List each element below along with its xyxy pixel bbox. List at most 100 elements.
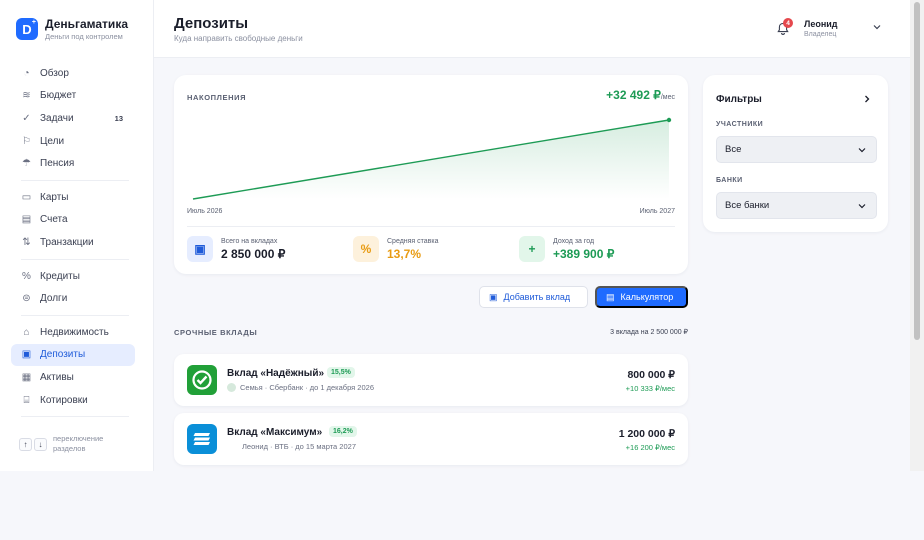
- deposit-meta: Семья · Сбербанк · до 1 декабря 2026: [227, 383, 374, 392]
- arrow-up-key: ↑: [19, 437, 32, 451]
- sidebar-item-overview[interactable]: ◔ Обзор: [11, 62, 135, 85]
- deposit-amount: 800 000 ₽: [627, 369, 675, 381]
- vtb-logo-icon: [187, 424, 217, 454]
- flag-icon: ⚐: [22, 135, 31, 147]
- bank-icon: ⌸: [23, 394, 30, 406]
- sidebar-item-quotes[interactable]: ⌸ Котировки: [11, 389, 135, 412]
- page-scrollbar[interactable]: [910, 0, 924, 471]
- stat-rate-label: Средняя ставка: [387, 237, 439, 245]
- section-title: СРОЧНЫЕ ВКЛАДЫ: [174, 328, 258, 337]
- safe-icon: ▣: [21, 349, 32, 361]
- stat-rate-value: 13,7%: [387, 246, 422, 261]
- avatar: [227, 383, 236, 392]
- arrow-down-key: ↓: [34, 437, 47, 451]
- brand-name: Деньгаматика: [45, 17, 128, 31]
- stat-rate: % Средняя ставка 13,7%: [353, 236, 439, 262]
- banks-select[interactable]: Все банки: [716, 192, 877, 219]
- nav-divider: [21, 258, 129, 260]
- deposit-meta: Леонид · ВТБ · до 15 марта 2027: [242, 442, 356, 451]
- filters-panel: Фильтры УЧАСТНИКИ Все БАНКИ Все банки: [703, 75, 888, 232]
- chevron-down-icon: [858, 148, 866, 153]
- waves-icon: ≋: [22, 90, 31, 102]
- safe-icon: ▣: [489, 291, 498, 302]
- user-name[interactable]: Леонид: [804, 19, 838, 29]
- sidebar-item-assets[interactable]: ▦ Активы: [11, 366, 135, 389]
- briefcase-icon: ▦: [21, 371, 32, 383]
- sidebar-item-credits[interactable]: % Кредиты: [11, 265, 135, 288]
- brand[interactable]: D + Деньгаматика Деньги под контролем: [16, 17, 128, 41]
- keyboard-hint: ↑ ↓ переключение разделов: [19, 434, 123, 454]
- sidebar-item-realty[interactable]: ⌂ Недвижимость: [11, 321, 135, 344]
- home-icon: ⌂: [23, 326, 30, 338]
- chart-axis-end: Июль 2027: [639, 208, 675, 215]
- user-role: Владелец: [804, 31, 837, 38]
- card-icon: ▭: [21, 191, 32, 203]
- stat-total-value: 2 850 000 ₽: [221, 246, 286, 261]
- savings-chart: [192, 117, 672, 200]
- chart-end-point: [666, 117, 672, 123]
- sidebar-item-tasks[interactable]: ✓ Задачи 13: [11, 107, 135, 130]
- plus-icon: +: [519, 236, 545, 262]
- umbrella-icon: ☂: [22, 158, 31, 170]
- deposit-rate-badge: 15,5%: [327, 367, 355, 378]
- sidebar-nav: ◔ Обзор ≋ Бюджет ✓ Задачи 13 ⚐ Цели ☂ Пенсия ▭…: [11, 62, 135, 422]
- brand-logo: D +: [16, 18, 38, 40]
- chevron-down-icon: [858, 204, 866, 209]
- page-bottom-area: [0, 471, 924, 540]
- pie-chart-icon: ◔: [23, 67, 30, 79]
- participants-select[interactable]: Все: [716, 136, 877, 163]
- percent-icon: %: [353, 236, 379, 262]
- participants-label: УЧАСТНИКИ: [716, 121, 764, 128]
- app-root: D + Деньгаматика Деньги под контролем ◔ Об…: [0, 0, 924, 540]
- wallet-icon: ▤: [21, 214, 32, 226]
- percent-icon: %: [22, 270, 31, 282]
- deposit-name: Вклад «Максимум»: [227, 427, 323, 438]
- card-divider: [187, 226, 675, 227]
- sidebar-item-deposits[interactable]: ▣ Депозиты: [11, 343, 135, 367]
- sidebar: D + Деньгаматика Деньги под контролем ◔ Об…: [0, 0, 154, 471]
- tasks-count-badge: 13: [114, 113, 123, 123]
- section-count: 3 вклада на 2 500 000 ₽: [610, 329, 688, 336]
- stat-income: + Доход за год +389 900 ₽: [519, 236, 614, 262]
- nav-divider: [21, 416, 129, 418]
- stat-income-value: +389 900 ₽: [553, 246, 615, 261]
- sidebar-item-transactions[interactable]: ⇅ Транзакции: [11, 231, 135, 254]
- topbar: Депозиты Куда направить свободные деньги…: [154, 0, 910, 58]
- savings-label: НАКОПЛЕНИЯ: [187, 93, 247, 102]
- deposit-rate-badge: 16,2%: [329, 426, 357, 437]
- hint-text: переключение разделов: [53, 434, 104, 453]
- stat-total-label: Всего на вкладах: [221, 237, 278, 245]
- page-title: Депозиты: [174, 15, 249, 32]
- sidebar-item-accounts[interactable]: ▤ Счета: [11, 209, 135, 232]
- sidebar-item-debts[interactable]: ⊜ Долги: [11, 287, 135, 310]
- deposit-name: Вклад «Надёжный»: [227, 368, 325, 379]
- calculator-button[interactable]: ▤ Калькулятор: [595, 286, 688, 308]
- sidebar-item-goals[interactable]: ⚐ Цели: [11, 130, 135, 153]
- brand-tagline: Деньги под контролем: [45, 32, 123, 41]
- deposit-income: +16 200 ₽/мес: [625, 443, 675, 452]
- sidebar-item-cards[interactable]: ▭ Карты: [11, 186, 135, 209]
- chevron-down-icon[interactable]: [872, 22, 882, 32]
- savings-monthly-amount: +32 492 ₽/мес: [606, 88, 675, 102]
- deposit-amount: 1 200 000 ₽: [618, 428, 675, 440]
- sidebar-item-pension[interactable]: ☂ Пенсия: [11, 152, 135, 175]
- stat-total: ▣ Всего на вкладах 2 850 000 ₽: [187, 236, 285, 262]
- arrows-icon: ⇅: [22, 236, 31, 248]
- safe-icon: ▣: [187, 236, 213, 262]
- calculator-icon: ▤: [606, 291, 615, 302]
- sidebar-item-budget[interactable]: ≋ Бюджет: [11, 85, 135, 108]
- coins-icon: ⊜: [22, 293, 31, 305]
- deposit-row[interactable]: Вклад «Максимум» 16,2% Леонид · ВТБ · до…: [174, 413, 688, 465]
- page-subtitle: Куда направить свободные деньги: [174, 34, 303, 43]
- chevron-right-icon[interactable]: [862, 94, 872, 104]
- check-circle-icon: ✓: [22, 112, 31, 124]
- stat-income-label: Доход за год: [553, 237, 595, 245]
- sberbank-logo-icon: [187, 365, 217, 395]
- banks-label: БАНКИ: [716, 177, 743, 184]
- notification-badge: 4: [783, 18, 793, 28]
- nav-divider: [21, 314, 129, 316]
- add-deposit-button[interactable]: ▣ Добавить вклад: [479, 286, 588, 308]
- deposit-row[interactable]: Вклад «Надёжный» 15,5% Семья · Сбербанк …: [174, 354, 688, 406]
- chart-axis-start: Июль 2026: [187, 208, 223, 215]
- scrollbar-thumb[interactable]: [914, 2, 920, 340]
